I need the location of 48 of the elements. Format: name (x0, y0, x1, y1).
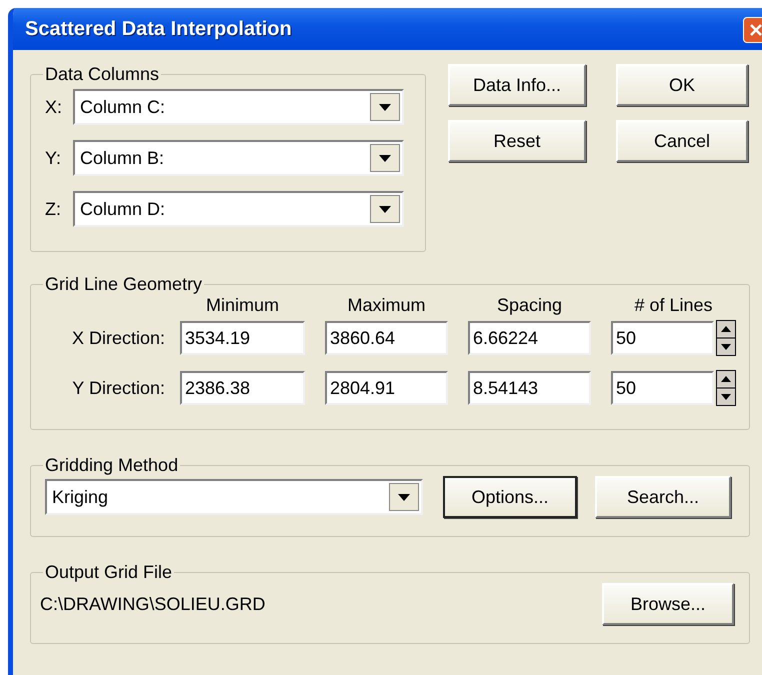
dropdown-button[interactable] (370, 195, 400, 223)
window-title: Scattered Data Interpolation (25, 18, 292, 40)
button[interactable]: Options... (443, 476, 577, 518)
caret-icon (379, 104, 391, 110)
button[interactable]: Reset (448, 120, 586, 162)
dropdown-button[interactable] (370, 93, 400, 121)
caret-icon (379, 154, 391, 162)
row-label: Y Direction: (71, 378, 165, 398)
file-path: C:\DRAWING\SOLIEU.GRD (40, 594, 266, 614)
caret-icon (379, 206, 391, 212)
text-field[interactable]: 50 (611, 321, 714, 355)
dropdown-field[interactable]: Column B: (73, 140, 404, 176)
dropdown-field[interactable]: Kriging (45, 479, 423, 515)
field-label: X: (45, 96, 64, 118)
group-title: Gridding Method (44, 455, 180, 476)
spinner[interactable] (716, 370, 736, 406)
column-header: Spacing (496, 295, 564, 316)
column-header: Maximum (346, 295, 426, 316)
text-field[interactable]: 3860.64 (325, 321, 448, 355)
dropdown-button[interactable] (370, 144, 400, 172)
group-title: Data Columns (44, 64, 160, 85)
dropdown-field[interactable]: Column C: (73, 89, 404, 125)
text-field[interactable]: 2386.38 (180, 371, 305, 405)
up-down-arrows-icon (716, 320, 736, 356)
spinner[interactable] (716, 320, 736, 356)
field-label: Y: (45, 148, 62, 168)
field-label: Z: (45, 198, 62, 220)
button[interactable]: OK (616, 64, 748, 106)
button[interactable]: Browse... (602, 583, 734, 625)
group-title: Grid Line Geometry (44, 274, 204, 295)
close-button[interactable] (743, 17, 762, 43)
text-field[interactable]: 3534.19 (180, 321, 305, 355)
caret-icon (398, 494, 410, 500)
row-label: X Direction: (70, 328, 165, 348)
button[interactable]: Cancel (616, 120, 748, 162)
column-header: # of Lines (633, 295, 714, 316)
up-down-arrows-icon (716, 370, 736, 406)
group-title: Output Grid File (44, 562, 174, 583)
dropdown-field[interactable]: Column D: (73, 191, 404, 227)
text-field[interactable]: 50 (611, 371, 714, 405)
dropdown-button[interactable] (389, 483, 419, 511)
button[interactable]: Search... (595, 476, 731, 518)
button[interactable]: Data Info... (448, 64, 586, 106)
text-field[interactable]: 8.54143 (468, 371, 591, 405)
column-header: Minimum (204, 295, 280, 316)
text-field[interactable]: 6.66224 (468, 321, 591, 355)
text-field[interactable]: 2804.91 (325, 371, 448, 405)
close-icon (749, 23, 762, 37)
